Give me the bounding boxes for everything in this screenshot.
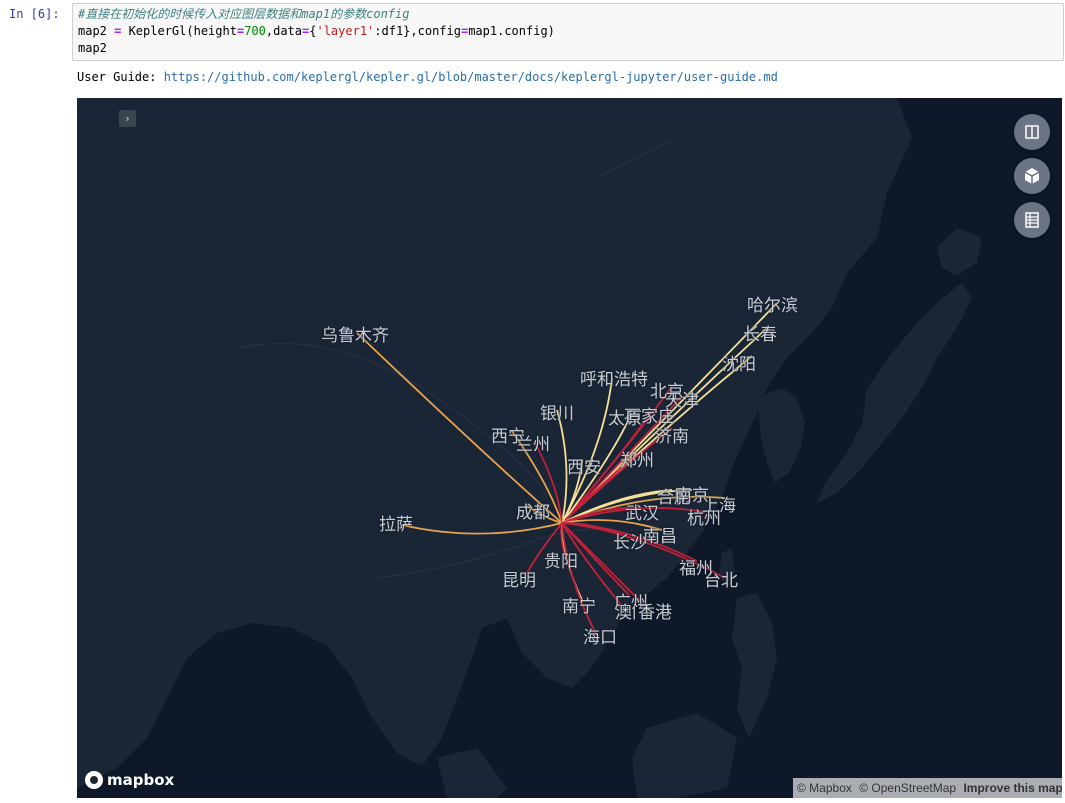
city-label: 兰州 [516,435,550,455]
city-label: 台北 [704,571,738,591]
city-label: 长沙 [613,533,647,553]
code-token: 700 [244,24,266,38]
city-label: 长春 [743,325,777,345]
city-label: 成都 [516,503,550,523]
user-guide-label: User Guide: [77,70,164,84]
code-token: map1.config) [468,24,555,38]
city-label: 银川 [540,404,574,424]
sidebar-toggle-button[interactable]: › [119,110,136,127]
code-token: map2 [78,24,115,38]
code-comment: #直接在初始化的时候传入对应图层数据和map1的参数config [78,7,410,21]
mapbox-logo[interactable]: mapbox [85,770,174,790]
city-label: 乌鲁木齐 [321,326,389,346]
code-token: 'layer1' [316,24,375,38]
city-label: 沈阳 [722,355,756,375]
code-cell[interactable]: #直接在初始化的时候传入对应图层数据和map1的参数config map2 = … [72,3,1064,61]
city-label: 武汉 [625,504,659,524]
city-label: 香港 [638,603,672,623]
landmass-korea [757,388,805,483]
code-token: KeplerGl(height [121,24,237,38]
attribution-osm-link[interactable]: © OpenStreetMap [859,781,956,795]
city-label: 南宁 [562,597,596,617]
split-map-button[interactable] [1014,114,1050,150]
split-map-icon [1025,125,1039,139]
basemap [77,98,982,798]
code-line-2: map2 = KeplerGl(height=700,data={'layer1… [78,23,555,39]
legend-button[interactable] [1014,202,1050,238]
mapbox-logo-icon [85,771,103,789]
attribution: © Mapbox © OpenStreetMap Improve this ma… [793,778,1062,798]
code-comment-line: #直接在初始化的时候传入对应图层数据和map1的参数config [78,6,409,22]
code-token: :df1},config [374,24,461,38]
user-guide: User Guide: https://github.com/keplergl/… [77,70,778,84]
attribution-mapbox-link[interactable]: © Mapbox [797,781,852,795]
city-label: 拉萨 [379,515,413,535]
landmass-sumatra [437,748,507,798]
city-label: 哈尔滨 [747,296,798,316]
3d-view-icon [1024,168,1040,184]
landmass-philippines [732,593,777,738]
3d-view-button[interactable] [1014,158,1050,194]
city-label: 郑州 [620,451,654,471]
landmass-borneo [632,713,737,798]
city-label: 太原 [608,409,642,429]
code-token: ,data [265,24,302,38]
user-guide-link[interactable]: https://github.com/keplergl/kepler.gl/bl… [164,70,778,84]
city-label: 南昌 [643,527,677,547]
city-label: 杭州 [687,509,721,529]
cell-prompt: In [6]: [9,7,60,21]
city-label: 济南 [655,427,689,447]
legend-icon [1025,212,1039,228]
city-label: 海口 [583,628,617,648]
improve-map-link[interactable]: Improve this map [963,781,1062,795]
city-label: 西安 [567,458,601,478]
landmass-hokkaido [937,228,982,276]
city-label: 贵阳 [544,552,578,572]
city-label: 昆明 [502,571,536,591]
landmass-japan [817,283,972,503]
code-line-3: map2 [78,41,107,55]
mapbox-logo-text: mapbox [107,771,175,789]
city-label: 呼和浩特 [580,370,648,390]
kepler-map[interactable]: 哈尔滨 长春 沈阳 乌鲁木齐 呼和浩特 北京 天津 石家庄 太原 银川 济南 西… [77,98,1062,798]
